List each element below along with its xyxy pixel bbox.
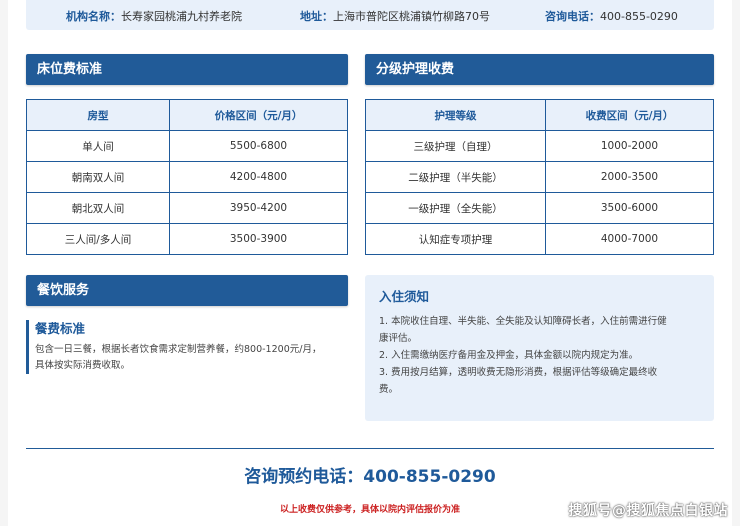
phone-value: 400-855-0290 — [600, 10, 678, 23]
notice-item: 费。 — [379, 384, 399, 395]
room-type-cell: 朝南双人间 — [26, 161, 170, 193]
footer-divider — [26, 448, 714, 449]
institution-info-bar: 机构名称：长寿家园桃浦九村养老院 地址：上海市普陀区桃浦镇竹柳路70号 咨询电话… — [26, 0, 714, 30]
column-header: 收费区间（元/月） — [545, 99, 714, 131]
table-row: 认知症专项护理 4000-7000 — [365, 223, 714, 255]
admission-notice: 入住须知 1. 本院收住自理、半失能、全失能及认知障碍长者，入住前需进行健 康评… — [365, 275, 714, 421]
bed-fee-table: 房型 价格区间（元/月） 单人间 5500-6800 朝南双人间 4200-48… — [26, 99, 348, 255]
bed-fee-heading: 床位费标准 — [26, 54, 348, 85]
column-header: 房型 — [26, 99, 170, 131]
notice-title: 入住须知 — [379, 289, 430, 304]
meal-fee-text: 包含一日三餐，根据长者饮食需求定制营养餐，约800-1200元/月， 具体按实际… — [35, 342, 348, 374]
table-row: 朝北双人间 3950-4200 — [26, 192, 348, 224]
institution-name-value: 长寿家园桃浦九村养老院 — [121, 10, 242, 23]
address-value: 上海市普陀区桃浦镇竹柳路70号 — [333, 10, 490, 23]
price-cell: 3500-3900 — [169, 223, 348, 255]
notice-item: 2. 入住需缴纳医疗备用金及押金，具体金额以院内规定为准。 — [379, 350, 639, 361]
table-header-row: 护理等级 收费区间（元/月） — [365, 99, 714, 131]
table-row: 三人间/多人间 3500-3900 — [26, 223, 348, 255]
table-row: 三级护理（自理） 1000-2000 — [365, 130, 714, 162]
table-row: 朝南双人间 4200-4800 — [26, 161, 348, 193]
meal-fee-title: 餐费标准 — [35, 321, 86, 336]
table-row: 单人间 5500-6800 — [26, 130, 348, 162]
institution-phone: 咨询电话：400-855-0290 — [545, 8, 678, 24]
price-cell: 4200-4800 — [169, 161, 348, 193]
table-header-row: 房型 价格区间（元/月） — [26, 99, 348, 131]
institution-name: 机构名称：长寿家园桃浦九村养老院 — [66, 8, 242, 24]
care-fee-table: 护理等级 收费区间（元/月） 三级护理（自理） 1000-2000 二级护理（半… — [365, 99, 714, 255]
booking-phone: 咨询预约电话：400-855-0290 — [244, 467, 496, 487]
care-level-cell: 一级护理（全失能） — [365, 192, 546, 224]
notice-item: 康评估。 — [379, 333, 418, 344]
table-row: 一级护理（全失能） 3500-6000 — [365, 192, 714, 224]
column-header: 价格区间（元/月） — [169, 99, 348, 131]
meal-fee-block: 餐费标准 包含一日三餐，根据长者饮食需求定制营养餐，约800-1200元/月， … — [26, 320, 348, 374]
meal-fee-line: 具体按实际消费收取。 — [35, 360, 131, 371]
care-level-cell: 认知症专项护理 — [365, 223, 546, 255]
column-header: 护理等级 — [365, 99, 546, 131]
meal-fee-line: 包含一日三餐，根据长者饮食需求定制营养餐，约800-1200元/月， — [35, 344, 322, 355]
notice-item: 3. 费用按月结算，透明收费无隐形消费，根据评估等级确定最终收 — [379, 367, 658, 378]
room-type-cell: 朝北双人间 — [26, 192, 170, 224]
price-cell: 3950-4200 — [169, 192, 348, 224]
price-cell: 3500-6000 — [545, 192, 714, 224]
room-type-cell: 单人间 — [26, 130, 170, 162]
page: 机构名称：长寿家园桃浦九村养老院 地址：上海市普陀区桃浦镇竹柳路70号 咨询电话… — [0, 0, 740, 526]
price-cell: 1000-2000 — [545, 130, 714, 162]
notice-list: 1. 本院收住自理、半失能、全失能及认知障碍长者，入住前需进行健 康评估。 2.… — [379, 313, 700, 398]
price-cell: 4000-7000 — [545, 223, 714, 255]
room-type-cell: 三人间/多人间 — [26, 223, 170, 255]
catering-heading: 餐饮服务 — [26, 275, 348, 306]
price-cell: 5500-6800 — [169, 130, 348, 162]
care-fee-heading: 分级护理收费 — [365, 54, 714, 85]
price-cell: 2000-3500 — [545, 161, 714, 193]
notice-item: 1. 本院收住自理、半失能、全失能及认知障碍长者，入住前需进行健 — [379, 316, 667, 327]
table-row: 二级护理（半失能） 2000-3500 — [365, 161, 714, 193]
phone-label: 咨询电话： — [545, 10, 600, 23]
watermark: 搜狐号@搜狐焦点白银站 — [568, 503, 728, 519]
institution-name-label: 机构名称： — [66, 10, 121, 23]
care-level-cell: 二级护理（半失能） — [365, 161, 546, 193]
institution-address: 地址：上海市普陀区桃浦镇竹柳路70号 — [300, 8, 490, 24]
address-label: 地址： — [300, 10, 333, 23]
care-level-cell: 三级护理（自理） — [365, 130, 546, 162]
